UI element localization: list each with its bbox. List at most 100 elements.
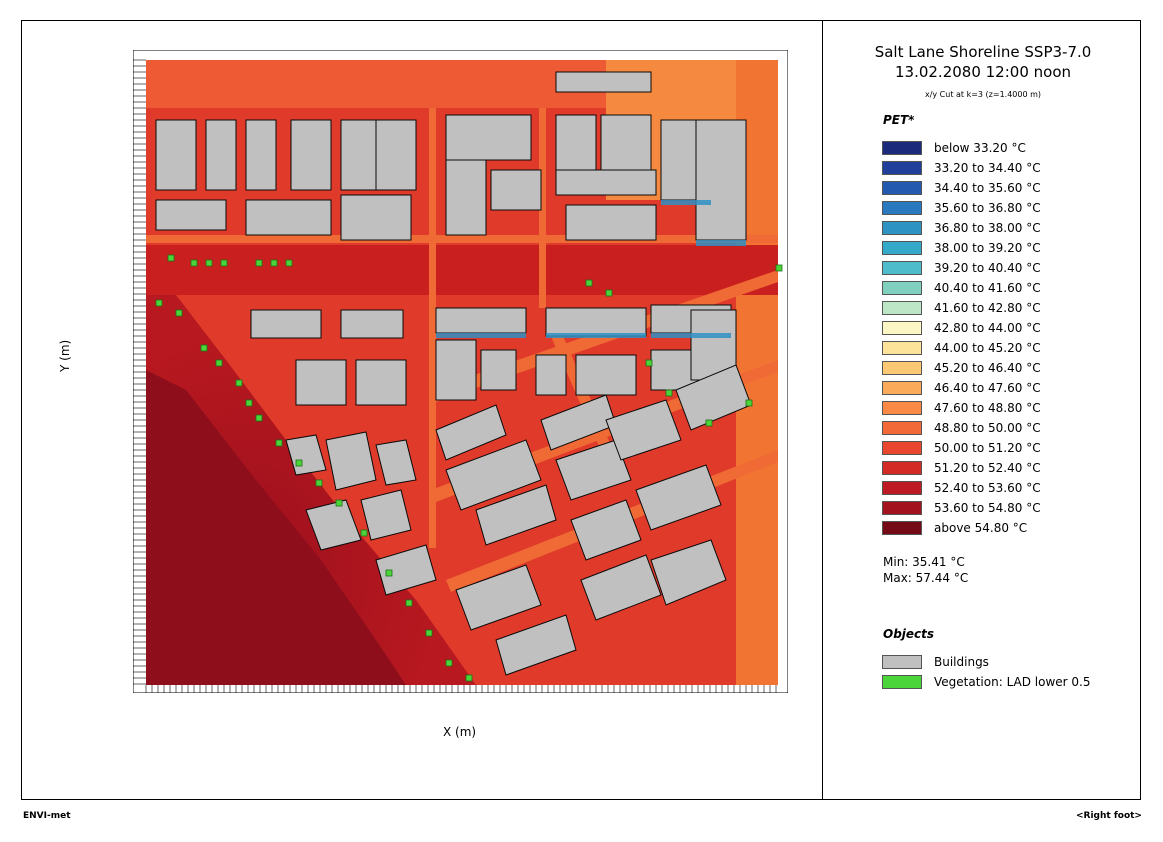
tree [200,344,208,352]
cool-shade [651,333,731,338]
cut-info: x/y Cut at k=3 (z=1.4000 m) [924,90,1042,99]
building [295,359,347,406]
legend-swatch [882,161,922,175]
legend-label: 38.00 to 39.20 °C [934,241,1041,255]
tree [315,479,323,487]
legend-swatch [882,501,922,515]
tree [425,629,433,637]
legend-swatch [882,301,922,315]
building [355,359,407,406]
legend-label: 40.40 to 41.60 °C [934,281,1041,295]
legend-swatch [882,481,922,495]
building [250,309,322,339]
building [555,71,652,93]
legend-label: 53.60 to 54.80 °C [934,501,1041,515]
building [245,199,332,236]
legend-label: above 54.80 °C [934,521,1028,535]
tree [175,309,183,317]
building [340,119,382,191]
legend-swatch [882,521,922,535]
legend-swatch [882,221,922,235]
legend-label: 42.80 to 44.00 °C [934,321,1041,335]
building [545,307,647,337]
cool-shade [696,240,746,246]
building [245,119,277,191]
legend-label: 47.60 to 48.80 °C [934,401,1041,415]
tree [665,389,673,397]
tree [335,499,343,507]
legend-swatch [882,281,922,295]
legend-label: 46.40 to 47.60 °C [934,381,1041,395]
building [340,309,404,339]
building [375,119,417,191]
legend-label: 44.00 to 45.20 °C [934,341,1041,355]
tree [465,674,473,682]
legend-swatch [882,361,922,375]
legend-swatch [882,241,922,255]
building [600,114,652,171]
legend-swatch [882,141,922,155]
building [535,354,567,396]
tree [775,264,783,272]
building [575,354,637,396]
legend-label: 35.60 to 36.80 °C [934,201,1041,215]
legend-swatch [882,461,922,475]
object-swatch [882,655,922,669]
object-label: Buildings [934,655,989,669]
tree [275,439,283,447]
tree [220,259,228,267]
tree [385,569,393,577]
tree [255,414,263,422]
building [480,349,517,391]
tree [245,399,253,407]
building [565,204,657,241]
building [155,199,227,231]
legend-swatch [882,441,922,455]
tree [205,259,213,267]
tree [190,259,198,267]
pet-map-svg [133,50,788,693]
building [290,119,332,191]
legend-swatch [882,421,922,435]
building [695,119,747,241]
tree [585,279,593,287]
object-swatch [882,675,922,689]
building [340,194,412,241]
building [155,119,197,191]
map-datetime: 13.02.2080 12:00 noon [894,63,1071,81]
min-value: Min: 35.41 °C [883,555,965,569]
legend-label: 41.60 to 42.80 °C [934,301,1041,315]
legend-swatch [882,181,922,195]
legend-label: 36.80 to 38.00 °C [934,221,1041,235]
tree [405,599,413,607]
legend-swatch [882,341,922,355]
legend-label: below 33.20 °C [934,141,1026,155]
building [205,119,237,191]
heat-mid-band [146,245,778,295]
legend-label: 52.40 to 53.60 °C [934,481,1041,495]
legend-label: 50.00 to 51.20 °C [934,441,1041,455]
cool-shade [661,200,711,205]
cool-shade [546,333,646,338]
legend-label: 45.20 to 46.40 °C [934,361,1041,375]
tree [167,254,175,262]
y-axis-label: Y (m) [58,339,72,372]
tree [155,299,163,307]
tree [605,289,613,297]
tree [360,529,368,537]
tree [270,259,278,267]
tree [285,259,293,267]
tree [215,359,223,367]
tree [745,399,753,407]
building [435,307,527,334]
footer-right: <Right foot> [1076,811,1142,821]
legend-title: PET* [883,113,915,127]
legend-label: 48.80 to 50.00 °C [934,421,1041,435]
building [435,339,477,401]
object-label: Vegetation: LAD lower 0.5 [934,675,1091,689]
legend-divider [822,20,823,800]
tree [705,419,713,427]
legend-label: 39.20 to 40.40 °C [934,261,1041,275]
legend-label: 33.20 to 34.40 °C [934,161,1041,175]
legend-swatch [882,401,922,415]
